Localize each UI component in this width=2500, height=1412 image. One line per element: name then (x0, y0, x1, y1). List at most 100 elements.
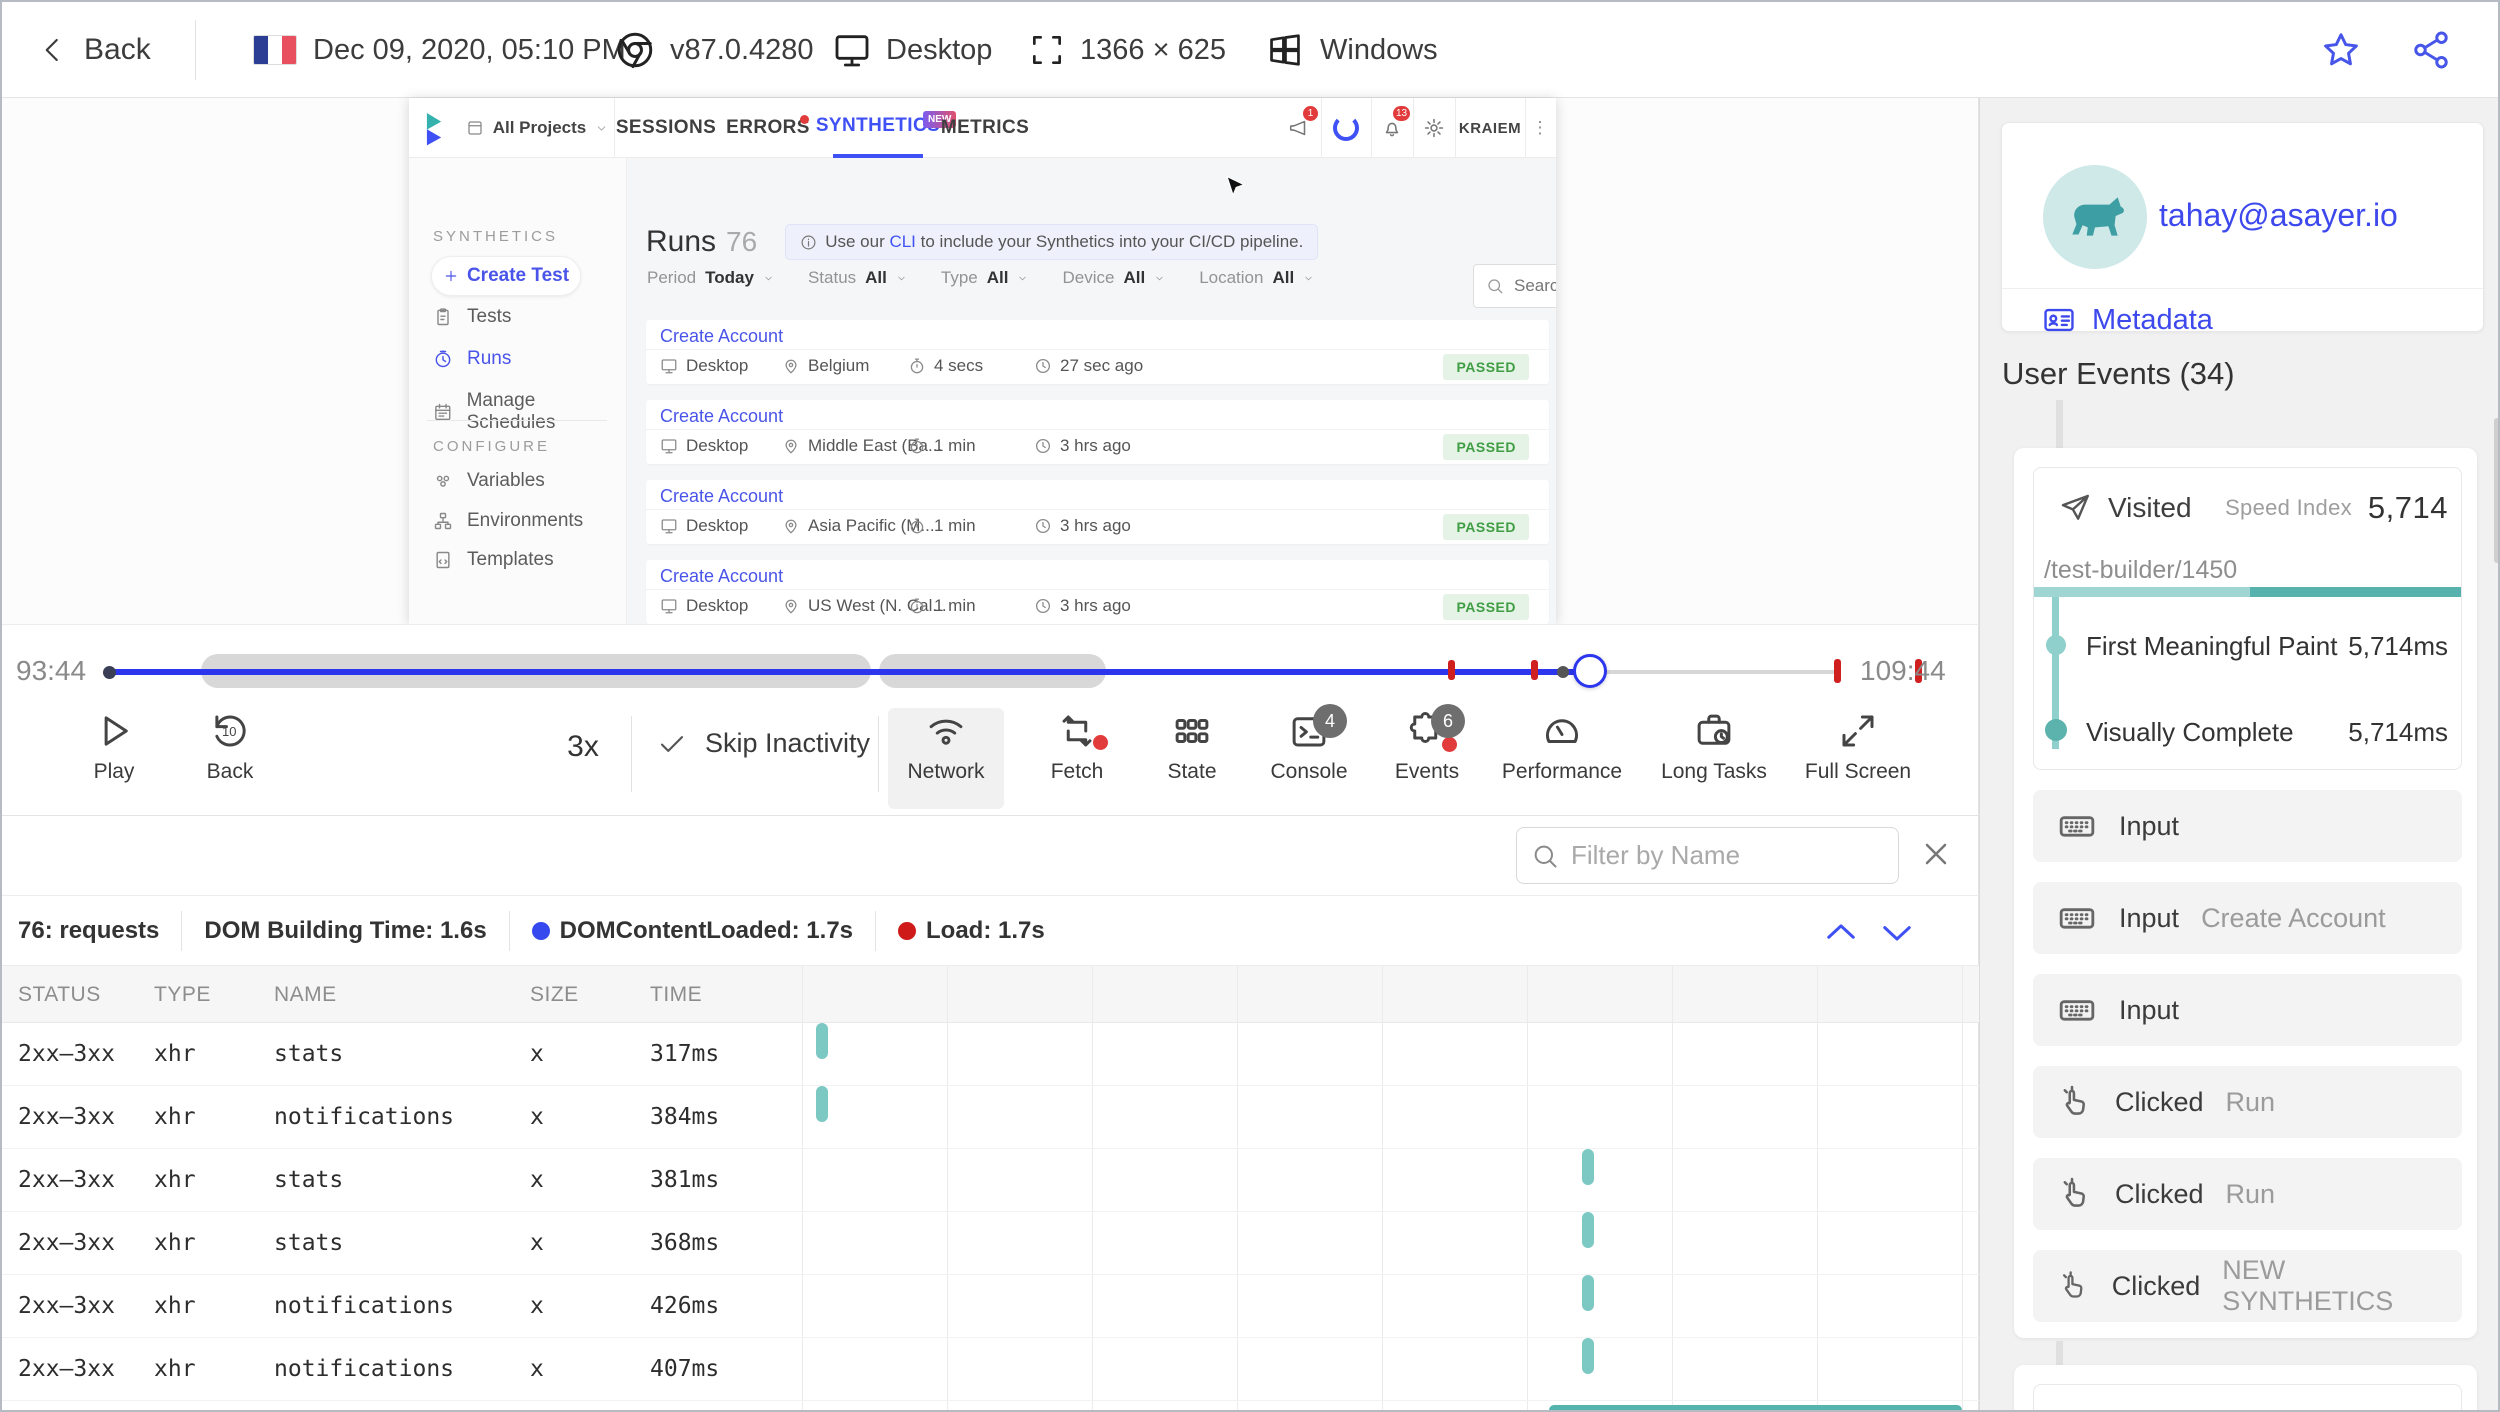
run-card[interactable]: Create Account Desktop Middle East (Ba..… (646, 400, 1549, 464)
user-event-row[interactable]: Clicked NEW SYNTHETICS (2033, 1250, 2462, 1322)
back-10s-button[interactable]: 10 Back (170, 710, 290, 808)
full-screen-button[interactable]: Full Screen (1778, 710, 1938, 808)
run-name[interactable]: Create Account (646, 480, 1549, 510)
run-card[interactable]: Create Account Desktop Asia Pacific (M..… (646, 480, 1549, 544)
user-event-row[interactable]: Clicked Run (2033, 1066, 2462, 1138)
sidebar-item-variables[interactable]: Variables (433, 470, 545, 492)
cell-size: x (530, 1356, 544, 1382)
timeline-track[interactable] (103, 654, 1962, 688)
announcements-button[interactable]: 1 (1277, 98, 1321, 158)
filter[interactable]: Location All (1199, 268, 1314, 288)
console-toggle[interactable]: 4 Console (1249, 704, 1369, 808)
user-event-row[interactable]: Input (2033, 790, 2462, 862)
player-timeline[interactable]: 93:44 109:44 (2, 624, 1979, 702)
horizontal-scrollbar[interactable] (1549, 1405, 1962, 1410)
run-name[interactable]: Create Account (646, 320, 1549, 350)
sidebar-item-tests[interactable]: Tests (433, 306, 511, 328)
status-badge: PASSED (1443, 434, 1529, 460)
filter[interactable]: Period Today (647, 268, 774, 288)
performance-toggle[interactable]: Performance (1482, 710, 1642, 808)
network-request-row[interactable]: 2xx–3xx xhr stats x 381ms (2, 1149, 1979, 1212)
user-menu[interactable]: KRAIEM (1455, 98, 1525, 158)
jump-up-icon[interactable] (1820, 911, 1862, 953)
long-tasks-toggle[interactable]: Long Tasks (1634, 710, 1794, 808)
replay-search-input[interactable] (1514, 276, 1556, 296)
close-icon[interactable] (1918, 836, 1954, 872)
share-icon[interactable] (2410, 29, 2452, 71)
check-icon (660, 735, 684, 752)
user-events-title: User Events (34) (2002, 356, 2235, 391)
expand-icon (1842, 715, 1874, 747)
run-name[interactable]: Create Account (646, 400, 1549, 430)
visited-url[interactable]: /test-builder/1450 (2044, 556, 2237, 585)
speed-toggle[interactable]: 3x (550, 730, 616, 764)
network-request-row[interactable]: 2xx–3xx xhr stats x 368ms (2, 1212, 1979, 1275)
visited-event-card[interactable]: Visited Speed Index 5,714 /test-builder/… (2033, 467, 2462, 770)
run-card[interactable]: Create Account Desktop US West (N. Cal..… (646, 560, 1549, 624)
cell-name: stats (274, 1041, 344, 1067)
replay-tab-sessions[interactable]: SESSIONS (616, 98, 716, 158)
create-test-button[interactable]: Create Test (431, 256, 581, 296)
replay-tab-metrics[interactable]: METRICS (941, 98, 1029, 158)
sidebar-item-runs[interactable]: Runs (433, 348, 511, 370)
clock-icon (1035, 518, 1051, 534)
cell-name: notifications (274, 1293, 455, 1319)
visited-label: Visited (2108, 492, 2192, 523)
run-card[interactable]: Create Account Desktop Belgium 4 secs 27… (646, 320, 1549, 384)
filter-box[interactable] (1516, 827, 1899, 884)
jump-down-icon[interactable] (1876, 911, 1918, 953)
network-toggle[interactable]: Network (886, 710, 1006, 808)
sidebar-item-environments[interactable]: Environments (433, 510, 583, 532)
sidebar-item-manage-schedules[interactable]: Manage Schedules (433, 390, 626, 434)
cli-link[interactable]: CLI (889, 232, 915, 251)
fetch-toggle[interactable]: Fetch (1017, 710, 1137, 808)
fetch-alert-dot (1093, 735, 1108, 750)
favorite-star-icon[interactable] (2320, 29, 2362, 71)
user-event-row[interactable]: Input Create Account (2033, 882, 2462, 954)
network-request-row[interactable]: 2xx–3xx xhr notifications x 426ms (2, 1275, 1979, 1338)
cell-time: 407ms (650, 1356, 720, 1382)
network-tabs (50, 816, 398, 896)
metadata-button[interactable]: Metadata (2042, 303, 2213, 337)
col-time: TIME (650, 983, 703, 1006)
project-selector[interactable]: All Projects (460, 98, 614, 158)
state-toggle[interactable]: State (1132, 710, 1252, 808)
back-button[interactable]: Back (38, 2, 151, 98)
network-request-row[interactable]: 2xx–3xx xhr notifications x 384ms (2, 1086, 1979, 1149)
timeline-progress (107, 669, 1591, 675)
run-ago: 3 hrs ago (1034, 516, 1131, 536)
click-icon (2063, 1177, 2085, 1207)
user-event-row[interactable]: Clicked Run (2033, 1158, 2462, 1230)
replay-stage: All Projects SESSIONS ERRORS SYNTHETICS … (2, 98, 1979, 624)
animal-avatar-icon (2072, 197, 2124, 236)
replay-tab-synthetics[interactable]: SYNTHETICS (816, 98, 940, 158)
chevron-down-icon (598, 125, 606, 131)
user-email[interactable]: tahay@asayer.io (2159, 197, 2398, 234)
replay-search-box[interactable] (1473, 264, 1556, 308)
event-connector (2056, 1341, 2063, 1365)
filter[interactable]: Device All (1062, 268, 1165, 288)
resolution-info: 1366 × 625 (1028, 2, 1226, 98)
run-device: Desktop (660, 516, 748, 536)
events-toggle[interactable]: 6 Events (1367, 704, 1487, 808)
network-request-row[interactable]: 2xx–3xx xhr notifications x 407ms (2, 1338, 1979, 1401)
run-name[interactable]: Create Account (646, 560, 1549, 590)
sidebar-scrollbar[interactable] (2494, 418, 2498, 563)
notifications-button[interactable]: 13 (1371, 98, 1413, 158)
kebab-menu[interactable]: ⋮ (1525, 98, 1556, 158)
play-button[interactable]: Play (54, 710, 174, 808)
user-event-row[interactable]: Input (2033, 974, 2462, 1046)
event-label: Input (2119, 902, 2180, 933)
replay-tab-errors[interactable]: ERRORS (726, 98, 809, 158)
skip-inactivity-toggle[interactable]: Skip Inactivity (657, 728, 870, 759)
filter[interactable]: Type All (941, 268, 1029, 288)
network-request-row[interactable]: 2xx–3xx xhr stats x 317ms (2, 1023, 1979, 1086)
filter[interactable]: Status All (808, 268, 907, 288)
settings-button[interactable] (1413, 98, 1455, 158)
replay-canvas[interactable]: All Projects SESSIONS ERRORS SYNTHETICS … (409, 98, 1556, 624)
playhead[interactable] (1573, 654, 1607, 688)
filter-input[interactable] (1571, 840, 1861, 871)
variables-icon (436, 475, 450, 487)
run-device: Desktop (660, 596, 748, 616)
sidebar-item-templates[interactable]: Templates (433, 549, 554, 571)
